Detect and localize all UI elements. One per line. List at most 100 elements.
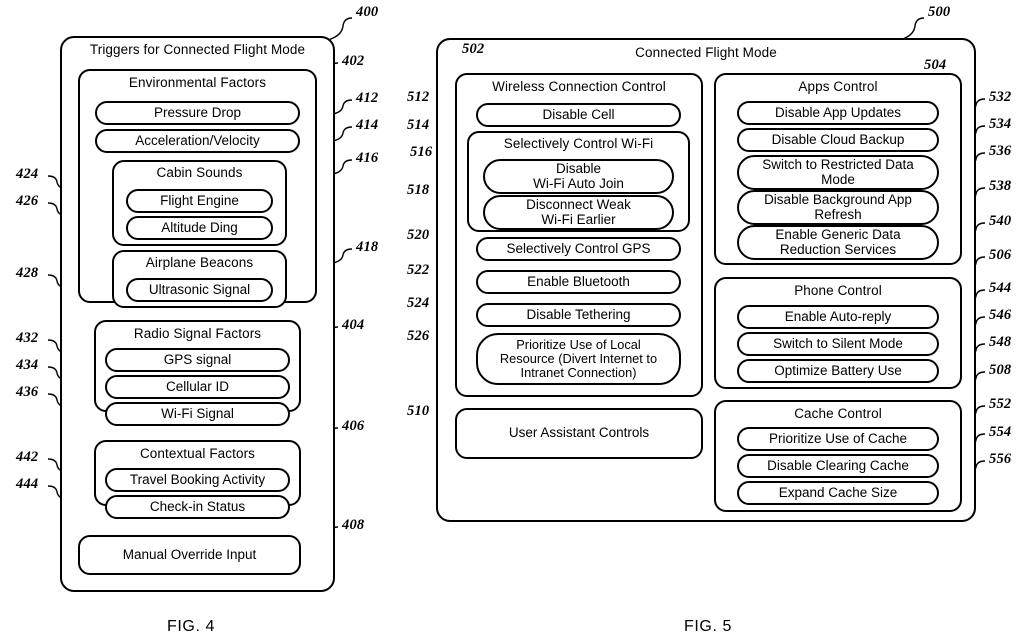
item-label: Prioritize Use of Local Resource (Divert… [478,336,679,381]
group-title-wireless-connection-control: Wireless Connection Control [492,79,666,94]
ref-434: 434 [16,357,39,373]
ref-412: 412 [356,90,379,106]
item-label: Enable Generic Data Reduction Services [739,226,937,257]
item-selectively-control-gps[interactable]: Selectively Control GPS [476,237,681,261]
item-cellular-id[interactable]: Cellular ID [105,375,290,399]
item-enable-bluetooth[interactable]: Enable Bluetooth [476,270,681,294]
ref-520: 520 [407,227,430,243]
item-switch-restricted-data-mode[interactable]: Switch to Restricted Data Mode [737,155,939,190]
item-label: Pressure Drop [153,104,242,120]
ref-432: 432 [16,330,39,346]
item-label-line2: Wi-Fi Auto Join [533,175,624,191]
item-label: Prioritize Use of Cache [768,430,908,446]
item-label: Disable App Updates [774,104,902,120]
group-title-cache-control: Cache Control [794,406,882,421]
ref-522: 522 [407,262,430,278]
ref-536: 536 [989,143,1012,159]
item-label: Disable Tethering [526,306,631,322]
item-label-line3: Intranet Connection) [520,365,637,381]
item-disable-clearing-cache[interactable]: Disable Clearing Cache [737,454,939,478]
item-enable-auto-reply[interactable]: Enable Auto-reply [737,305,939,329]
item-user-assistant-controls[interactable]: User Assistant Controls [455,408,703,459]
item-label-line2: Refresh [814,206,862,222]
ref-418: 418 [356,239,379,255]
group-title-phone-control: Phone Control [794,283,882,298]
item-label-line1: Disable [555,160,602,176]
ref-436: 436 [16,384,39,400]
item-label: Flight Engine [160,192,239,208]
item-flight-engine[interactable]: Flight Engine [126,189,273,213]
ref-526: 526 [407,328,430,344]
ref-406: 406 [342,418,365,434]
ref-408: 408 [342,517,365,533]
item-label: Enable Auto-reply [784,308,892,324]
item-ultrasonic-signal[interactable]: Ultrasonic Signal [126,278,273,302]
ref-544: 544 [989,280,1012,296]
item-enable-generic-data-reduction[interactable]: Enable Generic Data Reduction Services [737,225,939,260]
ref-414: 414 [356,117,379,133]
item-acceleration-velocity[interactable]: Acceleration/Velocity [95,129,300,153]
ref-540: 540 [989,213,1012,229]
item-label: Optimize Battery Use [774,362,902,378]
item-label: Travel Booking Activity [129,471,266,487]
item-manual-override-input[interactable]: Manual Override Input [78,535,301,575]
ref-402: 402 [342,53,365,69]
ref-514: 514 [407,117,430,133]
item-label: Disable Background App Refresh [739,192,937,222]
item-label: Disable Wi-Fi Auto Join [485,160,672,191]
item-check-in-status[interactable]: Check-in Status [105,495,290,519]
fig5-caption: FIG. 5 [684,618,733,635]
item-disable-cloud-backup[interactable]: Disable Cloud Backup [737,128,939,152]
ref-512: 512 [407,89,430,105]
item-disable-tethering[interactable]: Disable Tethering [476,303,681,327]
item-label-line2: Mode [821,171,855,187]
ref-524: 524 [407,295,430,311]
ref-546: 546 [989,307,1012,323]
item-travel-booking-activity[interactable]: Travel Booking Activity [105,468,290,492]
group-title-contextual-factors: Contextual Factors [139,446,256,461]
ref-416: 416 [356,150,379,166]
item-optimize-battery-use[interactable]: Optimize Battery Use [737,359,939,383]
ref-556: 556 [989,451,1012,467]
item-label-line2: Resource (Divert Internet to [499,350,658,366]
subgroup-title-airplane-beacons: Airplane Beacons [145,255,254,270]
item-label: Enable Bluetooth [527,273,630,289]
group-title-apps-control: Apps Control [798,79,878,94]
item-prioritize-local-resource[interactable]: Prioritize Use of Local Resource (Divert… [476,333,681,385]
ref-424: 424 [16,166,39,182]
item-disconnect-weak-wifi-earlier[interactable]: Disconnect Weak Wi-Fi Earlier [483,195,674,230]
ref-404: 404 [342,317,365,333]
item-expand-cache-size[interactable]: Expand Cache Size [737,481,939,505]
ref-400: 400 [356,4,379,20]
item-altitude-ding[interactable]: Altitude Ding [126,216,273,240]
item-disable-background-app-refresh[interactable]: Disable Background App Refresh [737,190,939,225]
item-prioritize-use-of-cache[interactable]: Prioritize Use of Cache [737,427,939,451]
item-disable-app-updates[interactable]: Disable App Updates [737,101,939,125]
item-disable-cell[interactable]: Disable Cell [476,103,681,127]
item-label-line2: Wi-Fi Earlier [541,211,616,227]
ref-500: 500 [928,4,951,20]
group-title-radio-signal-factors: Radio Signal Factors [133,326,262,341]
item-label: Switch to Restricted Data Mode [739,157,937,187]
item-gps-signal[interactable]: GPS signal [105,348,290,372]
item-wifi-signal[interactable]: Wi-Fi Signal [105,402,290,426]
item-label-line2: Reduction Services [779,241,897,257]
item-label: Wi-Fi Signal [161,405,234,421]
item-disable-wifi-auto-join[interactable]: Disable Wi-Fi Auto Join [483,159,674,194]
subgroup-title-cabin-sounds: Cabin Sounds [156,165,243,180]
ref-548: 548 [989,334,1012,350]
item-label: Disable Clearing Cache [767,457,909,473]
item-label-line1: Disconnect Weak [526,196,631,212]
item-label-line1: Enable Generic Data [775,226,901,242]
item-label: GPS signal [163,351,232,367]
item-pressure-drop[interactable]: Pressure Drop [95,101,300,125]
item-label-line1: Prioritize Use of Local [516,336,641,352]
ref-444: 444 [16,476,39,492]
item-switch-silent-mode[interactable]: Switch to Silent Mode [737,332,939,356]
item-label: Cellular ID [165,378,230,394]
item-label: Manual Override Input [122,546,257,562]
item-label: Expand Cache Size [778,484,898,500]
fig5-title: Connected Flight Mode [635,45,777,60]
subgroup-title-selectively-control-wifi: Selectively Control Wi-Fi [503,136,654,151]
item-label: Selectively Control GPS [506,240,651,256]
